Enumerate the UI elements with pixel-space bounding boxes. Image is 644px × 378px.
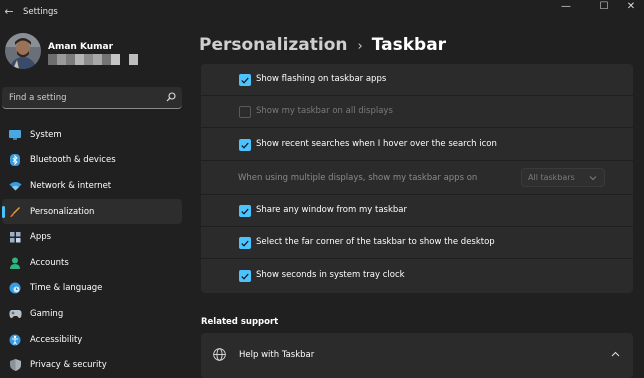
system-icon bbox=[8, 128, 22, 142]
breadcrumb-separator: › bbox=[357, 39, 363, 54]
share-window-checkbox[interactable] bbox=[239, 205, 251, 217]
setting-label: Show seconds in system tray clock bbox=[256, 270, 405, 280]
back-button[interactable]: ← bbox=[2, 5, 16, 19]
sidebar-item-label: Personalization bbox=[30, 206, 95, 217]
sidebar-item-time-language[interactable]: Time & language bbox=[2, 276, 182, 302]
app-title: Settings bbox=[23, 7, 58, 17]
sidebar-item-network[interactable]: Network & internet bbox=[2, 173, 182, 199]
setting-row-recent-searches: Show recent searches when I hover over t… bbox=[201, 129, 633, 161]
wifi-icon bbox=[8, 179, 22, 193]
sidebar-item-label: Apps bbox=[30, 232, 52, 243]
setting-label: Select the far corner of the taskbar to … bbox=[256, 237, 495, 247]
dropdown-value: All taskbars bbox=[528, 173, 575, 182]
setting-row-seconds-clock: Show seconds in system tray clock bbox=[201, 260, 633, 292]
related-support-heading: Related support bbox=[201, 317, 279, 327]
shield-icon bbox=[8, 358, 22, 372]
sidebar-item-label: Gaming bbox=[30, 308, 64, 319]
sidebar-item-label: Accessibility bbox=[30, 334, 83, 345]
sidebar-item-gaming[interactable]: Gaming bbox=[2, 301, 182, 327]
breadcrumb: Personalization › Taskbar bbox=[199, 35, 446, 55]
sidebar-item-label: Time & language bbox=[30, 283, 103, 294]
sidebar-nav: System Bluetooth & devices Network & int… bbox=[2, 122, 182, 378]
setting-row-far-corner: Select the far corner of the taskbar to … bbox=[201, 227, 633, 259]
search-icon[interactable] bbox=[166, 92, 176, 102]
setting-label: Show recent searches when I hover over t… bbox=[256, 139, 497, 149]
divider bbox=[201, 160, 633, 161]
person-icon bbox=[8, 256, 22, 270]
sidebar-item-accounts[interactable]: Accounts bbox=[2, 250, 182, 276]
seconds-clock-checkbox[interactable] bbox=[239, 270, 251, 282]
sidebar-item-system[interactable]: System bbox=[2, 122, 182, 148]
search-box bbox=[2, 87, 182, 109]
accessibility-icon bbox=[8, 333, 22, 347]
page-title: Taskbar bbox=[371, 35, 447, 55]
sidebar-item-apps[interactable]: Apps bbox=[2, 224, 182, 250]
sidebar-item-label: Accounts bbox=[30, 257, 69, 268]
setting-row-multiple-displays: When using multiple displays, show my ta… bbox=[201, 163, 633, 195]
setting-row-share-window: Share any window from my taskbar bbox=[201, 195, 633, 227]
setting-label: Show flashing on taskbar apps bbox=[256, 74, 387, 84]
divider bbox=[201, 258, 633, 259]
sidebar-item-label: Network & internet bbox=[30, 180, 112, 191]
far-corner-checkbox[interactable] bbox=[239, 237, 251, 249]
all-displays-checkbox[interactable] bbox=[239, 106, 251, 118]
minimize-button[interactable]: — bbox=[549, 0, 583, 14]
taskbar-apps-dropdown[interactable]: All taskbars bbox=[521, 168, 605, 187]
profile-email-redacted bbox=[48, 54, 138, 65]
active-indicator bbox=[2, 205, 5, 218]
bluetooth-icon bbox=[8, 153, 22, 167]
apps-icon bbox=[8, 230, 22, 244]
setting-row-all-displays: Show my taskbar on all displays bbox=[201, 96, 633, 128]
breadcrumb-parent[interactable]: Personalization bbox=[199, 35, 348, 55]
brush-icon bbox=[8, 205, 22, 219]
search-input[interactable] bbox=[9, 87, 159, 108]
taskbar-behaviors-card: Show flashing on taskbar apps Show my ta… bbox=[201, 64, 633, 293]
help-with-taskbar-label: Help with Taskbar bbox=[239, 350, 315, 360]
help-with-taskbar-card[interactable]: Help with Taskbar bbox=[201, 333, 633, 378]
divider bbox=[201, 127, 633, 128]
sidebar-item-accessibility[interactable]: Accessibility bbox=[2, 327, 182, 353]
sidebar-item-label: Bluetooth & devices bbox=[30, 155, 116, 166]
clock-globe-icon bbox=[8, 281, 22, 295]
setting-label: Show my taskbar on all displays bbox=[256, 106, 393, 116]
title-bar: ← Settings — ☐ ✕ bbox=[0, 0, 644, 26]
chevron-down-icon bbox=[589, 176, 597, 181]
close-button[interactable]: ✕ bbox=[614, 0, 644, 14]
sidebar-item-personalization[interactable]: Personalization bbox=[2, 198, 182, 225]
avatar[interactable] bbox=[5, 33, 41, 69]
chevron-up-icon[interactable] bbox=[611, 350, 620, 359]
flashing-checkbox[interactable] bbox=[239, 74, 251, 86]
sidebar-item-label: System bbox=[30, 129, 62, 140]
sidebar-item-privacy-security[interactable]: Privacy & security bbox=[2, 352, 182, 378]
profile-name: Aman Kumar bbox=[48, 42, 114, 52]
globe-icon bbox=[213, 348, 226, 361]
setting-label: When using multiple displays, show my ta… bbox=[238, 173, 478, 183]
setting-row-flashing: Show flashing on taskbar apps bbox=[201, 64, 633, 96]
recent-searches-checkbox[interactable] bbox=[239, 139, 251, 151]
sidebar-item-bluetooth[interactable]: Bluetooth & devices bbox=[2, 148, 182, 174]
setting-label: Share any window from my taskbar bbox=[256, 205, 407, 215]
gamepad-icon bbox=[8, 307, 22, 321]
sidebar-item-label: Privacy & security bbox=[30, 360, 107, 371]
